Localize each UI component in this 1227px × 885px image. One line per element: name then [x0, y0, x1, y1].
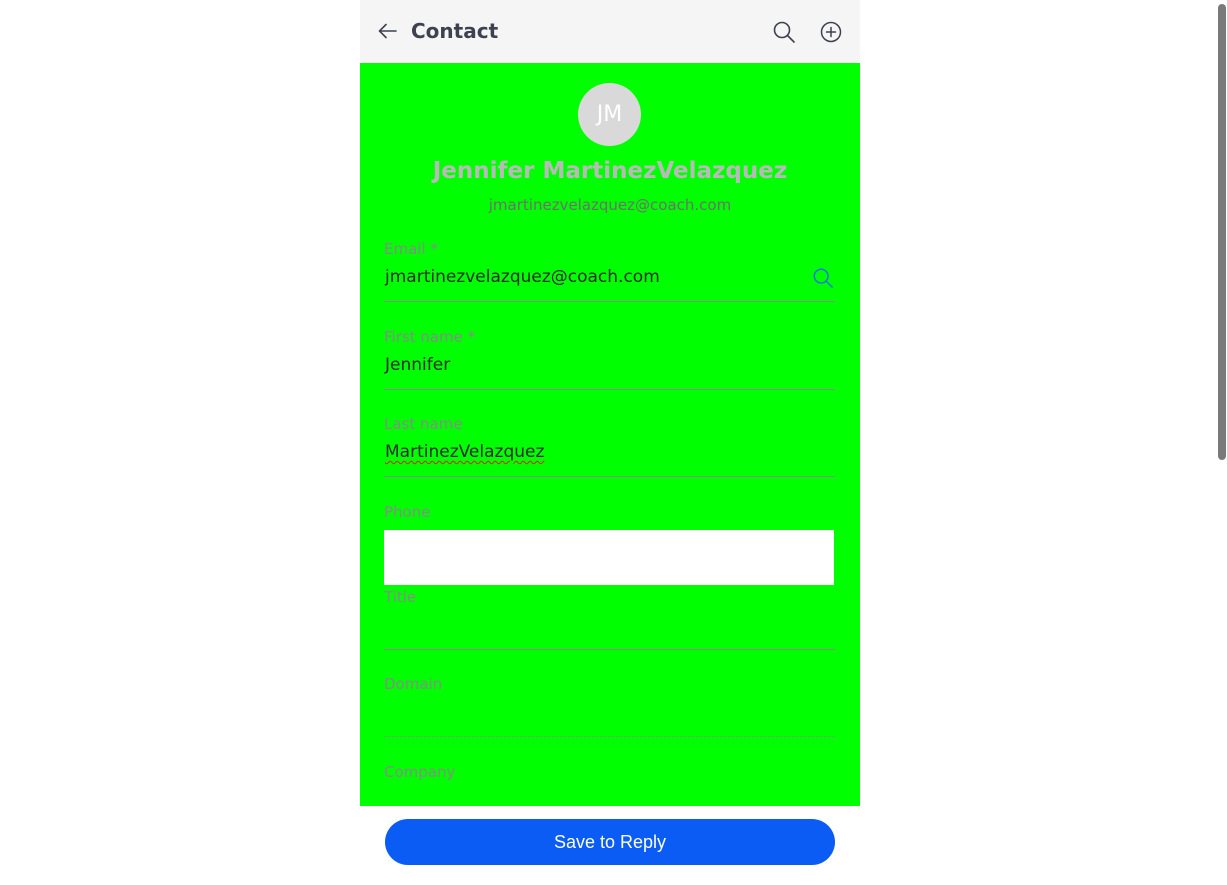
first-name-value: Jennifer — [385, 355, 451, 375]
email-input[interactable]: jmartinezvelazquez@coach.com — [384, 259, 835, 302]
email-value: jmartinezvelazquez@coach.com — [385, 267, 660, 287]
phone-field: Phone — [384, 502, 835, 585]
first-name-field: First name * Jennifer — [384, 327, 835, 390]
email-field: Email * jmartinezvelazquez@coach.com — [384, 239, 835, 302]
last-name-label: Last name — [384, 415, 463, 433]
domain-field: Domain — [384, 674, 835, 737]
arrow-left-icon — [378, 23, 397, 39]
company-input[interactable] — [384, 782, 835, 806]
last-name-field: Last name MartinezVelazquez — [384, 414, 835, 477]
company-field: Company — [384, 762, 835, 806]
last-name-input[interactable]: MartinezVelazquez — [384, 434, 835, 477]
title-field: Title — [384, 587, 835, 650]
page-title: Contact — [411, 19, 499, 43]
phone-input[interactable] — [384, 530, 834, 585]
plus-circle-icon — [820, 21, 842, 43]
title-input[interactable] — [384, 607, 835, 650]
email-search-button[interactable] — [812, 267, 834, 289]
company-label: Company — [384, 763, 456, 781]
footer: Save to Reply — [360, 806, 860, 885]
add-contact-button[interactable] — [819, 20, 843, 44]
save-to-reply-button[interactable]: Save to Reply — [385, 819, 835, 865]
email-label: Email * — [384, 240, 438, 258]
domain-label: Domain — [384, 675, 443, 693]
phone-label: Phone — [384, 503, 431, 521]
domain-input[interactable] — [384, 694, 835, 737]
avatar: JM — [578, 83, 641, 146]
scrollbar-thumb[interactable] — [1218, 4, 1226, 460]
first-name-input[interactable]: Jennifer — [384, 347, 835, 390]
search-icon — [773, 21, 795, 43]
contact-name: Jennifer MartinezVelazquez — [432, 158, 788, 184]
first-name-label: First name * — [384, 328, 476, 346]
search-icon — [813, 268, 833, 288]
last-name-value: MartinezVelazquez — [385, 442, 545, 462]
contact-email: jmartinezvelazquez@coach.com — [488, 196, 732, 214]
search-button[interactable] — [772, 20, 796, 44]
contact-panel: Contact JM Jennifer MartinezVelazquez jm… — [360, 0, 860, 885]
back-button[interactable] — [376, 19, 400, 43]
top-bar: Contact — [360, 0, 860, 63]
title-label: Title — [384, 588, 417, 606]
contact-form: JM Jennifer MartinezVelazquez jmartinezv… — [360, 63, 860, 806]
